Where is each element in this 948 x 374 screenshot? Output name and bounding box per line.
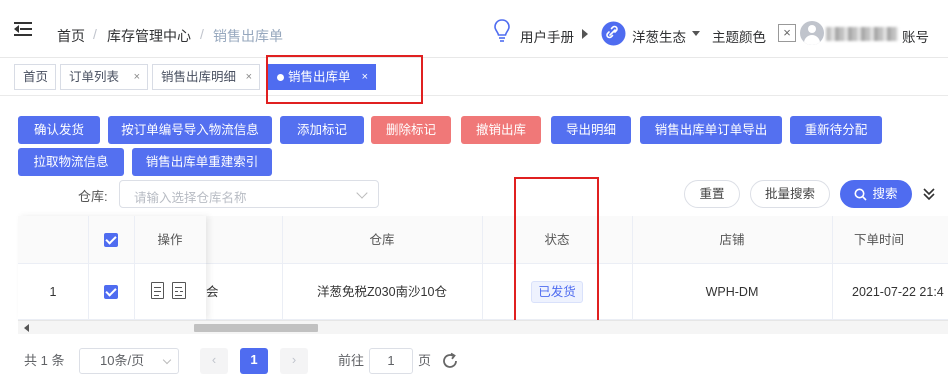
delete-mark-button[interactable]: 删除标记 (371, 116, 451, 144)
highlight-box-tab (266, 55, 423, 104)
scrollbar-thumb[interactable] (194, 324, 318, 332)
chevron-down-icon (162, 355, 172, 365)
search-button[interactable]: 搜索 (840, 180, 912, 208)
goto-label: 前往 (338, 353, 365, 368)
column-header-index (18, 216, 88, 264)
warehouse-select[interactable]: 请输入选择仓库名称 (119, 180, 379, 208)
close-icon[interactable]: × (134, 65, 140, 89)
divider (482, 216, 483, 320)
document-icon[interactable] (151, 282, 164, 299)
table-cell-order-time: 2021-07-22 21:4 (832, 264, 948, 320)
add-mark-button[interactable]: 添加标记 (280, 116, 364, 144)
export-orders-button[interactable]: 销售出库单订单导出 (640, 116, 782, 144)
column-header-warehouse: 仓库 (282, 216, 482, 264)
avatar[interactable] (800, 21, 824, 45)
chevron-down-icon (356, 187, 368, 199)
column-header (206, 216, 282, 264)
blurred-username (826, 27, 898, 41)
divider (282, 216, 283, 320)
theme-color-label[interactable]: 主题颜色 (712, 26, 766, 46)
breadcrumb-current: 销售出库单 (213, 28, 283, 44)
import-logistics-button[interactable]: 按订单编号导入物流信息 (108, 116, 272, 144)
table-cell: 会 (206, 264, 282, 320)
account-menu[interactable]: 账号 (902, 26, 929, 46)
page-1-button[interactable]: 1 (240, 348, 268, 374)
top-header: 首页 / 库存管理中心 / 销售出库单 用户手册 洋葱生态 主题颜色 × 账号 (0, 0, 948, 58)
total-count: 共 1 条 (24, 353, 65, 368)
tab-sales-outbound-detail[interactable]: 销售出库明细 × (152, 64, 260, 90)
column-header-shop: 店铺 (632, 216, 832, 264)
table-cell-shop: WPH-DM (632, 264, 832, 320)
horizontal-scrollbar[interactable] (18, 320, 948, 334)
table-fixed-columns: 操作 1 (18, 216, 206, 320)
link-icon (601, 21, 626, 46)
breadcrumb-home[interactable]: 首页 (57, 26, 85, 46)
close-icon[interactable]: × (246, 65, 252, 89)
tags-view: 首页 订单列表 × 销售出库明细 × 销售出库单 × (0, 58, 948, 96)
next-page-button[interactable]: › (280, 348, 308, 374)
breadcrumb-separator: / (93, 26, 97, 42)
divider (832, 216, 833, 320)
select-all-checkbox[interactable] (104, 233, 118, 247)
batch-search-button[interactable]: 批量搜索 (750, 180, 830, 208)
table-cell-select (88, 264, 134, 320)
divider (88, 216, 89, 320)
tab-order-list[interactable]: 订单列表 × (60, 64, 148, 90)
goto-page-input[interactable]: 1 (369, 348, 413, 374)
tab-home[interactable]: 首页 (14, 64, 56, 90)
column-header-ops: 操作 (134, 216, 206, 264)
page-unit-label: 页 (418, 353, 432, 368)
reset-button[interactable]: 重置 (684, 180, 740, 208)
divider (632, 216, 633, 320)
table-cell-ops (134, 264, 206, 320)
table-cell-index: 1 (18, 264, 88, 320)
breadcrumb-inventory[interactable]: 库存管理中心 (107, 26, 191, 46)
search-icon (854, 188, 867, 201)
rebuild-index-button[interactable]: 销售出库单重建索引 (132, 148, 272, 176)
revoke-outbound-button[interactable]: 撤销出库 (461, 116, 541, 144)
warehouse-label: 仓库: (78, 189, 108, 204)
table-cell-warehouse: 洋葱免税Z030南沙10仓 (282, 264, 482, 320)
double-chevron-down-icon[interactable] (922, 186, 936, 202)
confirm-ship-button[interactable]: 确认发货 (18, 116, 100, 144)
divider (134, 216, 135, 320)
caret-right-icon (582, 29, 588, 39)
reassign-button[interactable]: 重新待分配 (790, 116, 882, 144)
row-checkbox[interactable] (104, 285, 118, 299)
export-detail-button[interactable]: 导出明细 (551, 116, 631, 144)
caret-down-icon (692, 31, 700, 36)
outbound-table: 仓库 状态 店铺 下单时间 会 洋葱免税Z030南沙10仓 已发货 WPH-DM… (18, 216, 948, 336)
menu-toggle-icon[interactable] (14, 22, 32, 36)
print-icon[interactable] (172, 282, 186, 299)
pull-logistics-button[interactable]: 拉取物流信息 (18, 148, 124, 176)
breadcrumb-separator: / (200, 26, 204, 42)
column-header-order-time: 下单时间 (832, 216, 948, 264)
scroll-left-icon[interactable] (24, 324, 29, 332)
highlight-box-status (514, 177, 599, 324)
column-header-select (88, 216, 134, 264)
user-manual-link[interactable]: 用户手册 (520, 26, 574, 46)
lightbulb-icon (494, 19, 510, 42)
refresh-icon[interactable] (440, 351, 460, 371)
ecosystem-menu[interactable]: 洋葱生态 (632, 26, 686, 46)
page-size-select[interactable]: 10条/页 (79, 348, 179, 374)
prev-page-button[interactable]: ‹ (200, 348, 228, 374)
theme-color-picker[interactable]: × (778, 24, 796, 42)
